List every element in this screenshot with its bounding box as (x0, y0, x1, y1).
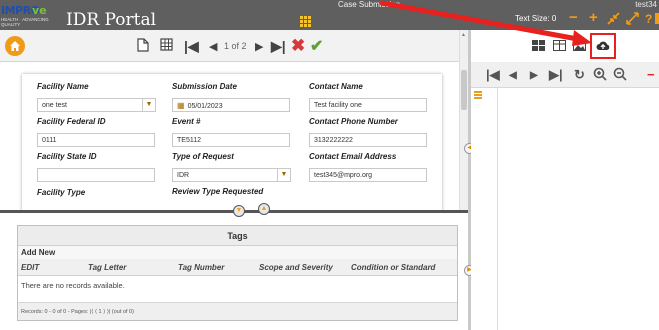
facility-name-input[interactable]: one test (37, 98, 155, 112)
grid-pager[interactable]: Records: 0 - 0 of 0 - Pages: |⟨ ⟨ 1 ⟩ ⟩|… (18, 302, 457, 320)
last-page-icon[interactable]: ▶| (549, 68, 563, 82)
module-title: Case Submission (338, 0, 401, 9)
col-scope-severity[interactable]: Scope and Severity (259, 263, 333, 272)
shrink-icon[interactable] (607, 12, 620, 28)
viewer-nav-toolbar: |◀ ◀ ▶ ▶| ↻ − (471, 62, 659, 88)
submission-date-label: Submission Date (172, 82, 237, 91)
tags-grid: Tags Add New EDIT Tag Letter Tag Number … (17, 225, 458, 321)
home-icon (10, 41, 20, 51)
image-icon[interactable] (573, 40, 586, 54)
save-check-icon[interactable]: ✔ (310, 36, 323, 56)
form-toolbar: |◀ ◀ 1 of 2 ▶ ▶| ✖ ✔ (0, 30, 459, 62)
submission-date-value: 05/01/2023 (187, 103, 223, 110)
app-header: IMPRO ve HEALTH · ADVANCING QUALITY IDR … (0, 0, 659, 30)
help-icon[interactable]: ? (645, 12, 652, 27)
rotate-icon[interactable]: ↻ (574, 68, 585, 82)
logout-icon[interactable] (655, 13, 659, 24)
contact-name-input[interactable]: Test facility one (309, 98, 427, 112)
tags-title: Tags (18, 226, 457, 246)
minus-icon[interactable]: − (569, 10, 578, 25)
submission-date-input[interactable]: ▦ 05/01/2023 (172, 98, 290, 112)
collapse-down-icon[interactable]: ▼ (233, 205, 245, 217)
two-page-icon[interactable] (553, 40, 566, 54)
home-button[interactable] (5, 36, 25, 56)
thumbnails-icon[interactable] (532, 40, 545, 54)
facility-form: Facility Name one test ▼ Submission Date… (22, 74, 442, 210)
event-number-input[interactable]: TE5112 (172, 133, 290, 147)
collapse-up-icon[interactable]: ▲ (258, 203, 270, 215)
grid-icon[interactable] (160, 38, 173, 54)
next-page-icon[interactable]: ▶ (255, 39, 263, 55)
logo-tagline: HEALTH · ADVANCING QUALITY (1, 17, 49, 27)
prev-page-icon[interactable]: ◀ (509, 69, 517, 83)
first-page-icon[interactable]: |◀ (184, 38, 199, 54)
text-size-label: Text Size: 0 (515, 14, 557, 23)
upload-icon (596, 41, 610, 50)
event-number-label: Event # (172, 117, 201, 126)
facility-type-label: Facility Type (37, 188, 86, 197)
contact-phone-input[interactable]: 3132222222 (309, 133, 427, 147)
col-tag-number[interactable]: Tag Number (178, 263, 224, 272)
document-viewer[interactable] (471, 88, 659, 330)
contact-name-label: Contact Name (309, 82, 363, 91)
facility-federal-id-input[interactable]: 0111 (37, 133, 155, 147)
tags-header-row: EDIT Tag Letter Tag Number Scope and Sev… (18, 259, 457, 276)
type-of-request-label: Type of Request (172, 152, 234, 161)
apps-grid-icon[interactable] (300, 16, 311, 27)
contact-email-label: Contact Email Address (309, 152, 397, 161)
menu-icon[interactable] (474, 91, 482, 100)
review-type-label: Review Type Requested (172, 187, 264, 196)
contact-phone-label: Contact Phone Number (309, 117, 398, 126)
minus-icon[interactable]: − (647, 68, 655, 82)
col-condition-standard[interactable]: Condition or Standard (351, 263, 435, 272)
pager-text: 1 of 2 (224, 41, 247, 51)
col-edit[interactable]: EDIT (21, 263, 39, 272)
type-of-request-input[interactable]: IDR (172, 168, 290, 182)
empty-message: There are no records available. (21, 281, 125, 290)
first-page-icon[interactable]: |◀ (486, 68, 500, 82)
facility-name-label: Facility Name (37, 82, 89, 91)
calendar-icon[interactable]: ▦ (177, 101, 185, 110)
next-page-icon[interactable]: ▶ (530, 69, 538, 83)
facility-state-id-label: Facility State ID (37, 152, 97, 161)
add-new-button[interactable]: Add New (18, 246, 457, 259)
improve-logo: IMPRO ve HEALTH · ADVANCING QUALITY (0, 4, 54, 27)
portal-title: IDR Portal (66, 10, 157, 30)
facility-state-id-input[interactable] (37, 168, 155, 182)
scrollbar-thumb[interactable] (461, 70, 467, 110)
contact-email-input[interactable]: test345@mpro.org (309, 168, 427, 182)
zoom-out-icon[interactable] (613, 67, 627, 84)
viewer-sidebar-divider (497, 88, 498, 330)
scroll-up-icon[interactable]: ▲ (461, 32, 466, 38)
user-name[interactable]: test34 (635, 0, 657, 9)
prev-page-icon[interactable]: ◀ (209, 39, 217, 55)
facility-federal-id-label: Facility Federal ID (37, 117, 106, 126)
form-pane: Facility Name one test ▼ Submission Date… (0, 62, 459, 210)
upload-button[interactable] (590, 33, 616, 59)
document-icon[interactable] (137, 38, 149, 55)
facility-name-dropdown[interactable]: ▼ (142, 98, 156, 112)
logo-text-accent: ve (32, 4, 47, 17)
zoom-in-icon[interactable] (593, 67, 607, 84)
form-scrollbar[interactable]: ▲ (459, 30, 468, 210)
last-page-icon[interactable]: ▶| (271, 38, 286, 54)
plus-icon[interactable]: + (589, 10, 598, 25)
col-tag-letter[interactable]: Tag Letter (88, 263, 126, 272)
type-of-request-dropdown[interactable]: ▼ (277, 168, 291, 182)
expand-icon[interactable] (626, 12, 639, 28)
delete-icon[interactable]: ✖ (291, 36, 305, 56)
